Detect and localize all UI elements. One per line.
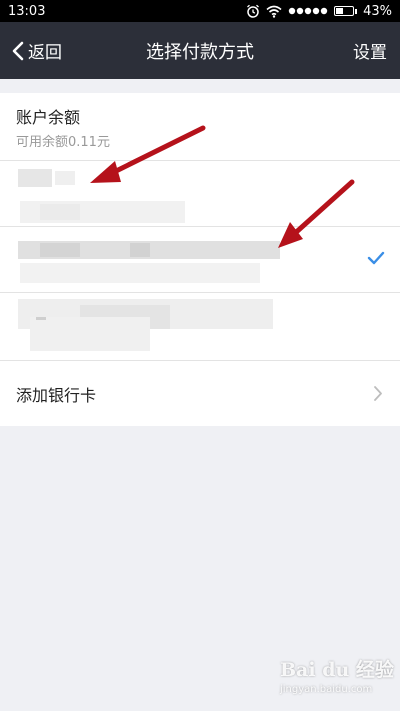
add-bank-card-label: 添加银行卡 xyxy=(16,385,97,405)
signal-dots-icon xyxy=(288,7,328,15)
chevron-right-icon xyxy=(374,386,382,401)
add-bank-card-button[interactable]: 添加银行卡 xyxy=(0,361,400,426)
back-button[interactable]: 返回 xyxy=(12,22,62,79)
chevron-left-icon xyxy=(12,41,24,60)
watermark-logo: Bai du 经验 xyxy=(280,659,394,681)
balance-title: 账户余额 xyxy=(16,108,81,127)
blurred-text xyxy=(40,204,80,220)
nav-bar: 返回 选择付款方式 设置 xyxy=(0,22,400,79)
battery-percent: 43% xyxy=(363,3,392,19)
balance-subtitle: 可用余额0.11元 xyxy=(16,135,110,150)
status-bar: 13:03 43% xyxy=(0,0,400,22)
watermark-url: jingyan.baidu.com xyxy=(280,684,373,695)
payment-option-blurred-2[interactable] xyxy=(0,227,400,292)
blurred-text xyxy=(130,243,150,257)
blurred-text xyxy=(40,243,80,257)
blurred-text xyxy=(18,169,52,187)
balance-option[interactable]: 账户余额 可用余额0.11元 xyxy=(0,93,400,161)
blurred-text xyxy=(30,317,150,351)
status-time: 13:03 xyxy=(8,3,46,19)
blurred-text xyxy=(20,263,260,283)
battery-icon xyxy=(334,6,358,16)
blurred-text xyxy=(55,171,75,185)
back-label: 返回 xyxy=(28,43,62,63)
checkmark-icon xyxy=(367,251,385,265)
blurred-text xyxy=(36,317,46,320)
status-icons: 43% xyxy=(246,4,392,19)
settings-button[interactable]: 设置 xyxy=(353,22,387,79)
payment-option-blurred-1[interactable] xyxy=(0,161,400,226)
baidu-watermark: Bai du 经验 jingyan.baidu.com xyxy=(280,655,395,705)
alarm-icon xyxy=(247,4,260,18)
payment-option-blurred-3[interactable] xyxy=(0,293,400,361)
wifi-icon xyxy=(266,5,282,18)
payment-method-list: 账户余额 可用余额0.11元 添加银行卡 xyxy=(0,93,400,426)
